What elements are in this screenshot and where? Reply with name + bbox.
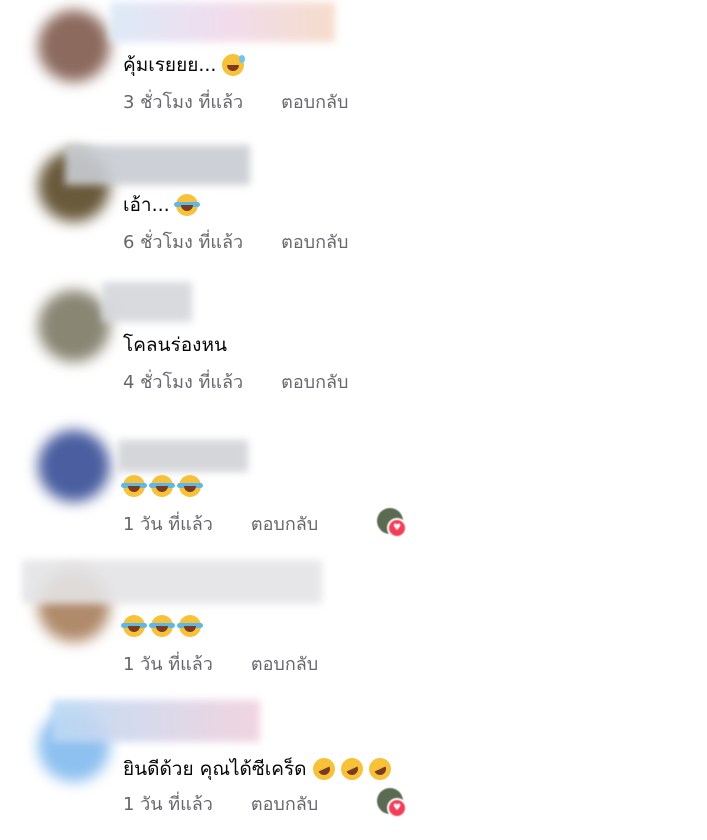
comment-meta: 1 วัน ที่แล้ว ตอบกลับ xyxy=(123,789,318,818)
rofl-emoji xyxy=(308,754,339,784)
author-name-blurred[interactable] xyxy=(52,700,260,742)
comment-text-content: เอ้า... xyxy=(123,194,170,216)
comment-meta: 3 ชั่วโมง ที่แล้ว ตอบกลับ xyxy=(123,87,348,116)
author-name-blurred[interactable] xyxy=(65,145,250,185)
comment-text-content: คุ้มเรยยย... xyxy=(123,54,217,76)
author-reaction-avatar[interactable]: ♥ xyxy=(377,508,407,538)
comment-meta: 1 วัน ที่แล้ว ตอบกลับ xyxy=(123,509,318,538)
comment-meta: 6 ชั่วโมง ที่แล้ว ตอบกลับ xyxy=(123,227,348,256)
timestamp[interactable]: 1 วัน ที่แล้ว xyxy=(123,789,213,818)
reply-button[interactable]: ตอบกลับ xyxy=(281,367,348,396)
timestamp[interactable]: 3 ชั่วโมง ที่แล้ว xyxy=(123,87,243,116)
comment-text-content: ยินดีด้วย คุณได้ซีเคร็ด xyxy=(123,758,307,780)
avatar[interactable] xyxy=(38,430,110,502)
heart-icon: ♥ xyxy=(387,518,407,538)
rofl-emoji xyxy=(336,754,367,784)
comment: 1 วัน ที่แล้ว ตอบกลับ xyxy=(0,560,707,700)
tears-of-joy-emoji xyxy=(121,475,147,497)
avatar[interactable] xyxy=(38,290,110,362)
author-name-blurred[interactable] xyxy=(110,2,335,42)
comment: 1 วัน ที่แล้ว ตอบกลับ ♥ xyxy=(0,420,707,560)
comment-text: เอ้า... xyxy=(123,190,200,220)
reply-button[interactable]: ตอบกลับ xyxy=(281,87,348,116)
avatar[interactable] xyxy=(38,10,110,82)
timestamp[interactable]: 4 ชั่วโมง ที่แล้ว xyxy=(123,367,243,396)
tears-of-joy-emoji xyxy=(121,615,147,637)
author-reaction-avatar[interactable]: ♥ xyxy=(377,788,407,818)
tears-of-joy-emoji xyxy=(177,615,203,637)
comment-meta: 1 วัน ที่แล้ว ตอบกลับ xyxy=(123,649,318,678)
heart-icon: ♥ xyxy=(387,798,407,818)
comment-text: โคลนร่องหน xyxy=(123,330,227,360)
reply-button[interactable]: ตอบกลับ xyxy=(251,789,318,818)
comment: คุ้มเรยยย... 3 ชั่วโมง ที่แล้ว ตอบกลับ xyxy=(0,0,707,140)
reply-button[interactable]: ตอบกลับ xyxy=(251,649,318,678)
tears-of-joy-emoji xyxy=(177,475,203,497)
comment-text: ยินดีด้วย คุณได้ซีเคร็ด xyxy=(123,754,395,784)
reply-button[interactable]: ตอบกลับ xyxy=(281,227,348,256)
comment-text xyxy=(121,475,203,497)
timestamp[interactable]: 1 วัน ที่แล้ว xyxy=(123,649,213,678)
timestamp[interactable]: 1 วัน ที่แล้ว xyxy=(123,509,213,538)
author-name-blurred[interactable] xyxy=(102,282,192,322)
author-name-blurred[interactable] xyxy=(118,440,248,472)
rofl-emoji xyxy=(364,754,395,784)
comment-text: คุ้มเรยยย... xyxy=(123,50,246,80)
comment-text xyxy=(121,615,203,637)
tears-of-joy-emoji xyxy=(173,194,200,216)
tears-of-joy-emoji xyxy=(149,475,175,497)
comment-text-content: โคลนร่องหน xyxy=(123,334,227,356)
comment-meta: 4 ชั่วโมง ที่แล้ว ตอบกลับ xyxy=(123,367,348,396)
reply-button[interactable]: ตอบกลับ xyxy=(251,509,318,538)
tears-of-joy-emoji xyxy=(149,615,175,637)
timestamp[interactable]: 6 ชั่วโมง ที่แล้ว xyxy=(123,227,243,256)
comment: ยินดีด้วย คุณได้ซีเคร็ด 1 วัน ที่แล้ว ตอ… xyxy=(0,700,707,840)
author-name-blurred[interactable] xyxy=(22,560,322,604)
comment: โคลนร่องหน 4 ชั่วโมง ที่แล้ว ตอบกลับ xyxy=(0,280,707,420)
sweat-smile-emoji xyxy=(222,54,246,76)
comment: เอ้า... 6 ชั่วโมง ที่แล้ว ตอบกลับ xyxy=(0,140,707,280)
